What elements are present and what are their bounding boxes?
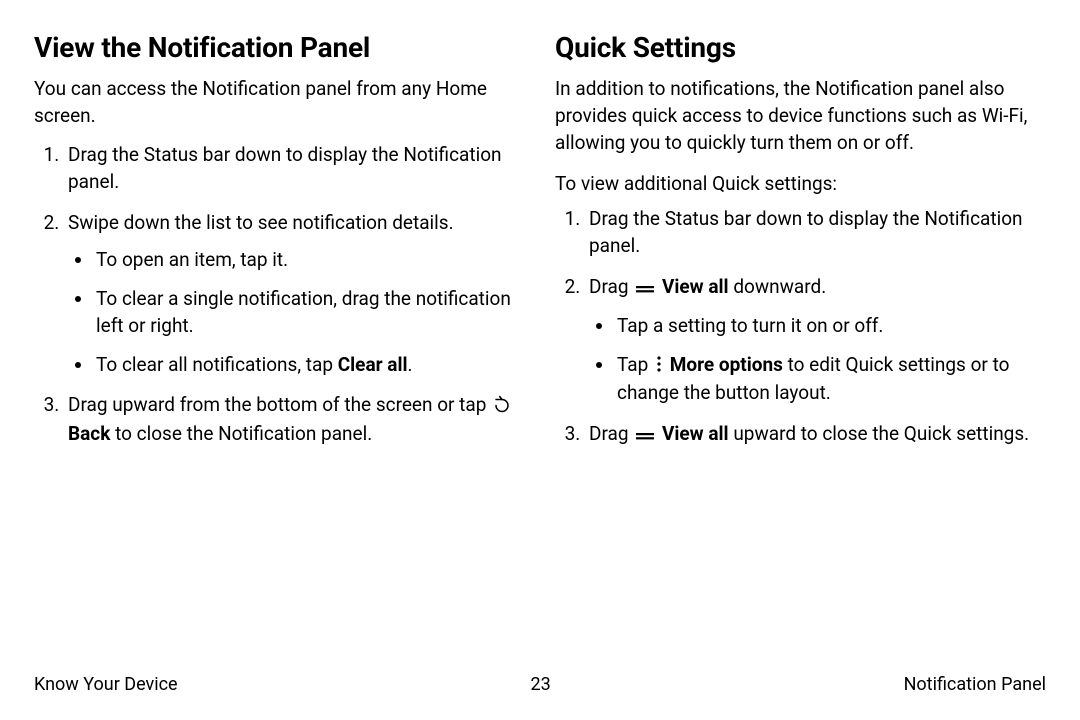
right-subhead: To view additional Quick settings: — [555, 171, 1046, 198]
left-step-1: Drag the Status bar down to display the … — [64, 142, 525, 196]
right-step-2-b2-a: Tap — [617, 353, 653, 376]
left-step-3-b: to close the Notification panel. — [115, 422, 372, 445]
right-heading: Quick Settings — [555, 28, 1046, 68]
left-step-3-a: Drag upward from the bottom of the scree… — [68, 393, 491, 416]
left-step-2: Swipe down the list to see notification … — [64, 210, 525, 379]
view-all-icon — [635, 423, 655, 450]
left-step-2-bullets: To open an item, tap it. To clear a sing… — [68, 247, 525, 379]
more-options-icon — [655, 354, 663, 381]
right-step-2-a: Drag — [589, 275, 633, 298]
view-all-bold-2: View all — [662, 422, 729, 445]
right-step-2-bullets: Tap a setting to turn it on or off. Tap … — [589, 313, 1046, 408]
manual-page: View the Notification Panel You can acce… — [0, 0, 1080, 720]
right-step-2: Drag View all downward. Tap a setting to… — [585, 274, 1046, 408]
left-column: View the Notification Panel You can acce… — [34, 28, 551, 704]
right-step-2-b1: Tap a setting to turn it on or off. — [615, 313, 1046, 340]
left-step-2-b3: To clear all notifications, tap Clear al… — [94, 352, 525, 379]
right-column: Quick Settings In addition to notificati… — [551, 28, 1046, 704]
back-bold: Back — [68, 422, 110, 445]
right-step-2-b: downward. — [733, 275, 826, 298]
left-step-2-b2: To clear a single notification, drag the… — [94, 286, 525, 340]
left-step-2-b1: To open an item, tap it. — [94, 247, 525, 274]
footer-left: Know Your Device — [34, 672, 178, 698]
page-footer: Know Your Device 23 Notification Panel — [34, 672, 1046, 698]
right-step-3-a: Drag — [589, 422, 633, 445]
right-step-3: Drag View all upward to close the Quick … — [585, 421, 1046, 450]
footer-center: 23 — [530, 672, 550, 698]
clear-all-bold: Clear all — [338, 353, 408, 376]
view-all-bold-1: View all — [662, 275, 729, 298]
left-step-2-b3-a: To clear all notifications, tap — [96, 353, 338, 376]
right-step-1: Drag the Status bar down to display the … — [585, 206, 1046, 260]
left-step-2-text: Swipe down the list to see notification … — [68, 211, 454, 234]
right-step-2-b2: Tap More options to edit Quick settings … — [615, 352, 1046, 408]
left-steps: Drag the Status bar down to display the … — [34, 142, 525, 449]
right-intro: In addition to notifications, the Notifi… — [555, 76, 1046, 157]
right-step-3-b: upward to close the Quick settings. — [733, 422, 1029, 445]
right-steps: Drag the Status bar down to display the … — [555, 206, 1046, 451]
left-step-3: Drag upward from the bottom of the scree… — [64, 392, 525, 448]
left-step-2-b3-b: . — [408, 353, 413, 376]
footer-right: Notification Panel — [904, 672, 1046, 698]
left-intro: You can access the Notification panel fr… — [34, 76, 525, 130]
more-options-bold: More options — [670, 353, 783, 376]
left-heading: View the Notification Panel — [34, 28, 525, 68]
back-icon — [493, 394, 511, 421]
view-all-icon — [635, 276, 655, 303]
